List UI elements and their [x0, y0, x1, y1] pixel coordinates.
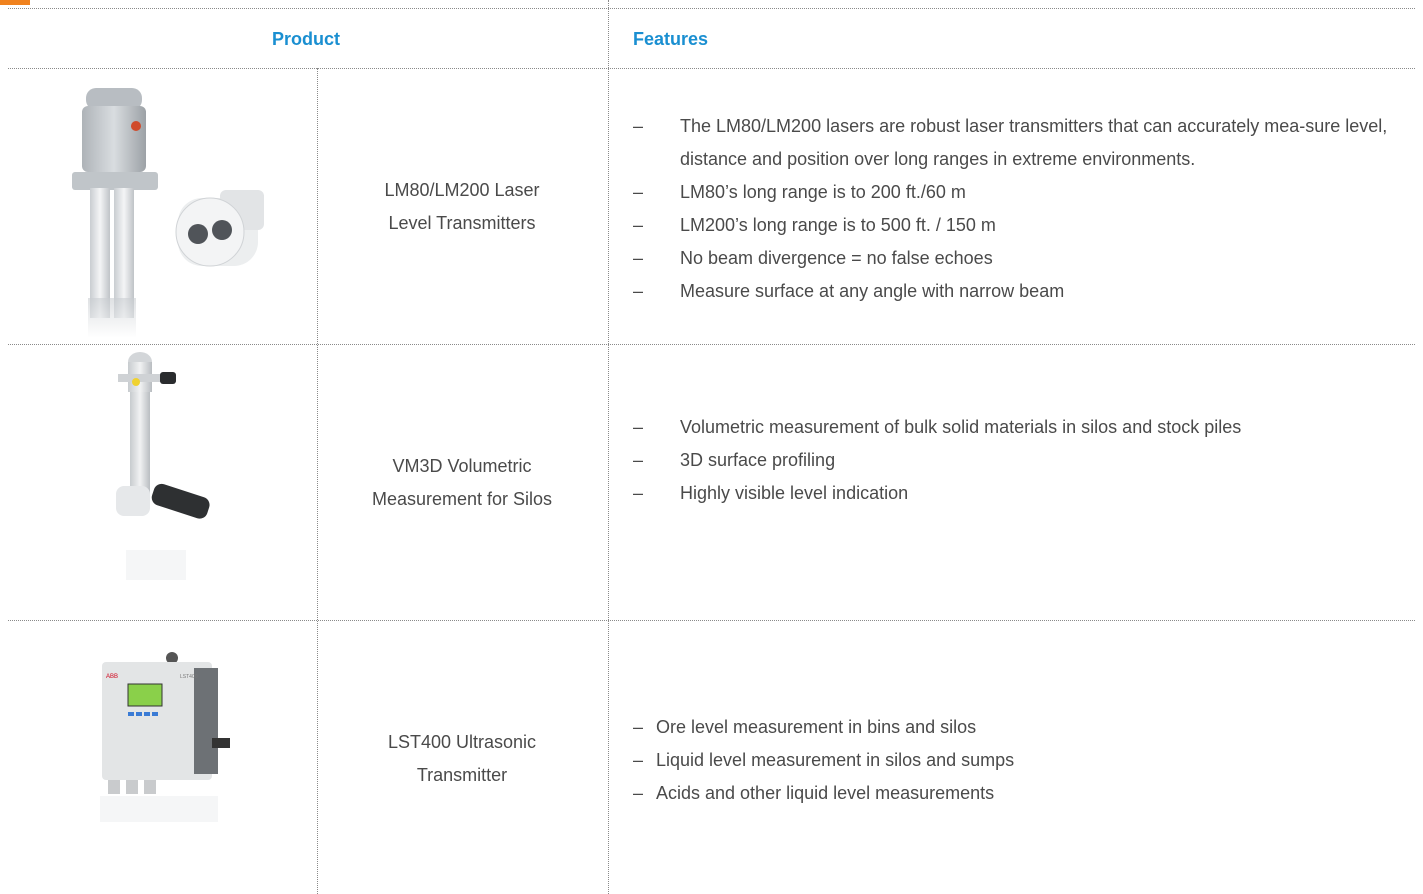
- dash-bullet: –: [633, 248, 644, 268]
- dash-bullet: –: [633, 717, 644, 737]
- feature-text: LM80’s long range is to 200 ft./60 m: [680, 182, 966, 202]
- laser-transmitter-image: [72, 88, 264, 338]
- feature-item: – LM200’s long range is to 500 ft. / 150…: [633, 209, 1393, 242]
- dash-bullet: –: [633, 215, 644, 235]
- dash-bullet: –: [633, 750, 644, 770]
- dash-bullet: –: [633, 783, 644, 803]
- dash-bullet: –: [633, 281, 644, 301]
- product-name-line: VM3D Volumetric: [392, 456, 532, 476]
- features-list-lm80: – The LM80/LM200 lasers are robust laser…: [633, 110, 1393, 308]
- ultrasonic-transmitter-image: ABB LST400: [100, 652, 230, 822]
- feature-text: No beam divergence = no false echoes: [680, 248, 993, 268]
- product-name-lst400: LST400 Ultrasonic Transmitter: [318, 726, 606, 792]
- row-divider: [8, 8, 1415, 9]
- feature-item: – No beam divergence = no false echoes: [633, 242, 1393, 275]
- feature-item: – The LM80/LM200 lasers are robust laser…: [633, 110, 1393, 176]
- product-name-line: LM80/LM200 Laser: [384, 180, 540, 200]
- header-features: Features: [633, 29, 709, 49]
- row-divider: [8, 344, 1415, 345]
- feature-item: – Ore level measurement in bins and silo…: [633, 711, 1393, 744]
- dash-bullet: –: [633, 483, 644, 503]
- dash-bullet: –: [633, 116, 644, 136]
- feature-text: LM200’s long range is to 500 ft. / 150 m: [680, 215, 996, 235]
- feature-item: – Measure surface at any angle with narr…: [633, 275, 1393, 308]
- dash-bullet: –: [633, 450, 644, 470]
- model-label-text: LST400: [180, 674, 198, 680]
- feature-text: 3D surface profiling: [680, 450, 836, 470]
- product-name-line: Transmitter: [416, 765, 508, 785]
- feature-text: Liquid level measurement in silos and su…: [656, 750, 1015, 770]
- feature-text: Highly visible level indication: [680, 483, 909, 503]
- column-divider-features: [608, 0, 609, 894]
- product-name-line: Measurement for Silos: [371, 489, 553, 509]
- feature-item: – Highly visible level indication: [633, 477, 1393, 510]
- features-list-lst400: – Ore level measurement in bins and silo…: [633, 711, 1393, 810]
- feature-item: – 3D surface profiling: [633, 444, 1393, 477]
- product-name-line: LST400 Ultrasonic: [387, 732, 537, 752]
- feature-item: – LM80’s long range is to 200 ft./60 m: [633, 176, 1393, 209]
- feature-item: – Acids and other liquid level measureme…: [633, 777, 1393, 810]
- row-divider: [8, 620, 1415, 621]
- dash-bullet: –: [633, 182, 644, 202]
- feature-item: – Liquid level measurement in silos and …: [633, 744, 1393, 777]
- volumetric-scanner-image: [116, 352, 210, 580]
- product-name-vm3d: VM3D Volumetric Measurement for Silos: [318, 450, 606, 516]
- dash-bullet: –: [633, 417, 644, 437]
- accent-tab: [0, 0, 30, 5]
- feature-text: The LM80/LM200 lasers are robust laser t…: [680, 116, 1388, 169]
- feature-item: – Volumetric measurement of bulk solid m…: [633, 411, 1393, 444]
- row-divider: [8, 68, 1415, 69]
- feature-text: Acids and other liquid level measurement…: [656, 783, 995, 803]
- header-product: Product: [272, 29, 341, 49]
- feature-text: Measure surface at any angle with narrow…: [680, 281, 1065, 301]
- abb-logo-text: ABB: [106, 674, 118, 680]
- features-list-vm3d: – Volumetric measurement of bulk solid m…: [633, 411, 1393, 510]
- product-name-line: Level Transmitters: [388, 213, 536, 233]
- feature-text: Volumetric measurement of bulk solid mat…: [680, 417, 1242, 437]
- product-name-lm80: LM80/LM200 Laser Level Transmitters: [318, 174, 606, 240]
- feature-text: Ore level measurement in bins and silos: [656, 717, 977, 737]
